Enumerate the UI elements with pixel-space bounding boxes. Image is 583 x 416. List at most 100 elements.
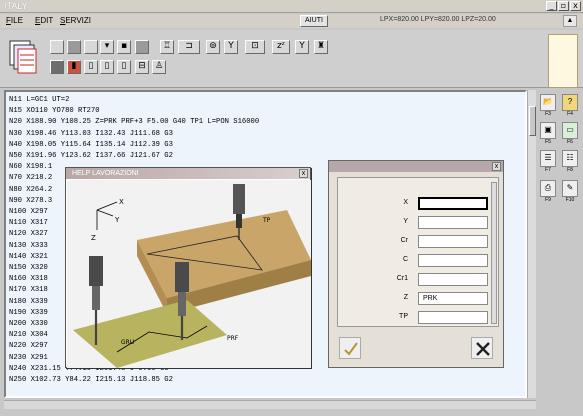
parameter-row: X [338,194,500,212]
help-close-button[interactable]: x [299,169,308,178]
tool-icon-5[interactable]: ⊡ [245,40,265,54]
tool-button-6[interactable] [135,40,149,54]
confirm-button[interactable] [339,337,361,359]
axis-label-x: X [119,198,124,206]
tool-button-4[interactable]: ▾ [100,40,114,54]
code-line[interactable]: N90 X278.3 [9,197,52,205]
code-line[interactable]: N200 X330 [9,320,48,328]
print-icon[interactable]: ⎙ F9 [540,180,556,203]
parameter-close-button[interactable]: x [492,162,501,171]
screen-icon[interactable]: ▭ F6 [562,122,578,145]
tool-button-r2-7[interactable]: ♙ [152,60,166,74]
parameter-field[interactable] [418,235,488,248]
code-line[interactable]: N250 X102.73 Y84.22 I215.13 J118.85 G2 [9,376,173,384]
code-line[interactable]: N220 X297 [9,342,48,350]
parameter-row: C [338,251,500,269]
tool-icon-8[interactable]: ♜ [314,40,328,54]
code-line[interactable]: N180 X339 [9,298,48,306]
code-line[interactable]: N110 X317 [9,219,48,227]
code-line[interactable]: N160 X318 [9,275,48,283]
code-line[interactable]: N210 X304 [9,331,48,339]
tool-button-2[interactable] [67,40,81,54]
parameter-field[interactable] [418,273,488,286]
code-line[interactable]: N230 X291 [9,354,48,362]
code-line[interactable]: N60 X198.1 [9,163,52,171]
parameter-label: TP [399,313,408,320]
tool-button-r2-3[interactable]: ▯ [84,60,98,74]
code-line[interactable]: N170 X318 [9,286,48,294]
code-line[interactable]: N30 X198.46 Y113.03 I132.43 J111.68 G3 [9,130,173,138]
side-toolbar: 📂 F3 ? F4 ▣ F5 ▭ F6 ☰ F7 ☷ F8 ⎙ F9 ✎ F10 [538,90,583,210]
toolbar: ▾ ▪ ♖ ⊐ ⊚ Y ⊡ zᶻ Y ♜ ▮ ▯ ▯ ▯ ⊟ ♙ [0,30,583,88]
tool-icon-4[interactable]: Y [224,40,238,54]
code-line[interactable]: N190 X339 [9,309,48,317]
tool-icon-7[interactable]: Y [295,40,309,54]
menu-edit[interactable]: EDIT [35,16,53,25]
checkmark-icon [344,342,358,356]
code-line[interactable]: N100 X297 [9,208,48,216]
code-line[interactable]: N11 L=GC1 UT=2 [9,96,69,104]
menu-bar: FILE EDIT SERVIZI AIUTI LPX=820.00 LPY=8… [0,14,583,28]
code-line[interactable]: N40 X198.05 Y115.64 I135.14 J112.39 G3 [9,141,173,149]
parameter-field[interactable] [418,216,488,229]
code-line[interactable]: N50 X191.96 Y123.62 I137.66 J121.67 G2 [9,152,173,160]
tool-icon-1[interactable]: ♖ [160,40,174,54]
tool-icon-2[interactable]: ⊐ [178,40,200,54]
code-line[interactable]: N150 X320 [9,264,48,272]
arrow-up-button[interactable]: ▲ [563,15,577,27]
tool-button-r2-5[interactable]: ▯ [117,60,131,74]
parameter-row: Y [338,213,500,231]
menu-servizi[interactable]: SERVIZI [60,16,91,25]
parameter-field[interactable] [418,197,488,210]
code-line[interactable]: N120 X327 [9,230,48,238]
parameter-row: Cr [338,232,500,250]
vertical-scrollbar[interactable] [527,90,536,398]
program-editor-icon[interactable] [8,37,38,77]
code-line[interactable]: N130 X333 [9,242,48,250]
cancel-x-icon [476,342,490,356]
parameter-field[interactable] [418,311,488,324]
code-line[interactable]: N80 X264.2 [9,186,52,194]
tool-button-r2-1[interactable] [50,60,64,74]
restore-button[interactable]: ▫ [558,1,569,11]
parameter-list: X Y Cr C Cr1 Z PRK TP [337,177,499,327]
tool-icon-6[interactable]: zᶻ [272,40,290,54]
menu-file[interactable]: FILE [6,16,23,25]
tool-button-3[interactable] [84,40,98,54]
help-window-title: HELP LAVORAZIONI x [66,168,310,179]
tool-button-r2-4[interactable]: ▯ [100,60,114,74]
parameter-row: Z PRK [338,289,500,307]
close-button[interactable]: x [570,1,581,11]
help-icon[interactable]: ? F4 [562,94,578,117]
list-icon[interactable]: ☷ F8 [562,150,578,173]
scroll-thumb[interactable] [529,106,536,136]
parameter-field[interactable] [418,254,488,267]
horizontal-scrollbar[interactable] [4,400,536,409]
axis-label-z: Z [91,234,96,242]
document-icon[interactable]: ☰ F7 [540,150,556,173]
edit-icon[interactable]: ✎ F10 [562,180,578,203]
axis-label-y: Y [114,216,120,224]
parameter-panel: x X Y Cr C Cr1 Z PRK TP [328,160,504,368]
tool-button-5[interactable]: ▪ [117,40,131,54]
code-line[interactable]: N20 X188.90 Y108.25 Z=PRK PRF+3 F5.00 G4… [9,118,259,126]
tool-button-r2-6[interactable]: ⊟ [135,60,149,74]
code-line[interactable]: N70 X218.2 [9,174,52,182]
label-tp: TP [262,217,271,224]
tool-button-1[interactable] [50,40,64,54]
code-line[interactable]: N15 XO110 YO780 RT270 [9,107,100,115]
save-icon[interactable]: ▣ F5 [540,122,556,145]
open-icon[interactable]: 📂 F3 [540,94,556,117]
tool-icon-3[interactable]: ⊚ [206,40,220,54]
app-title: ITALY [4,1,28,11]
parameter-row: Cr1 [338,270,500,288]
tool-button-r2-2[interactable]: ▮ [67,60,81,74]
code-line[interactable]: N140 X321 [9,253,48,261]
window-controls: _ ▫ x [546,1,581,11]
label-prf: PRF [227,335,239,342]
minimize-button[interactable]: _ [546,1,557,11]
parameter-field[interactable]: PRK [418,292,488,305]
cancel-button[interactable] [471,337,493,359]
aiuti-button[interactable]: AIUTI [300,15,328,27]
help-title-text: HELP LAVORAZIONI [72,170,139,177]
